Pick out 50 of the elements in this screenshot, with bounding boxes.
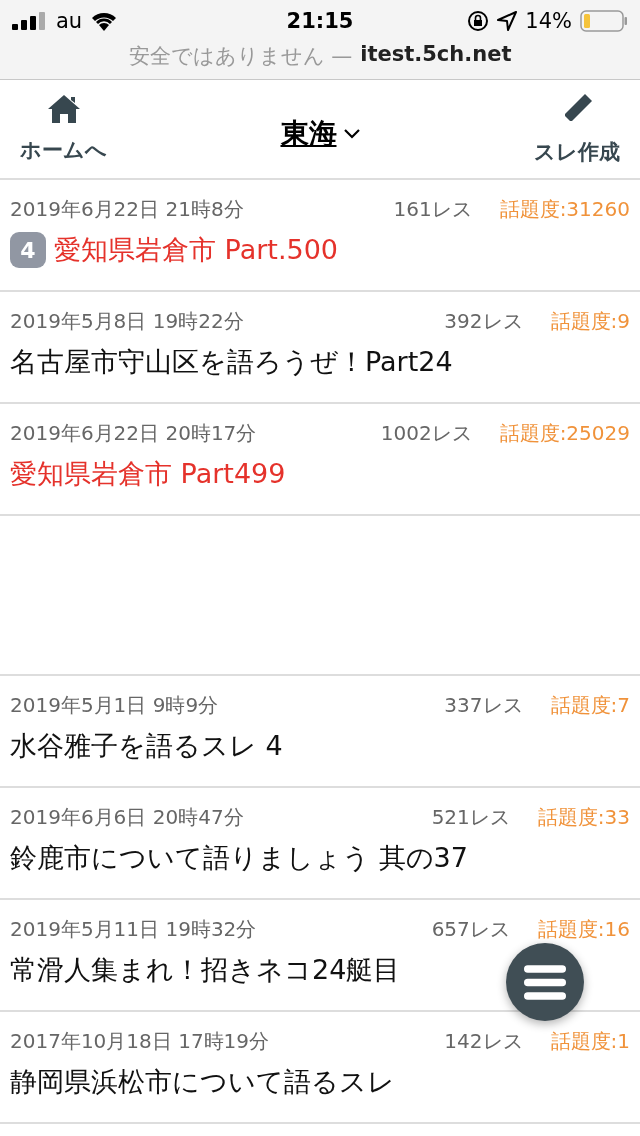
popularity-score: 話題度:7 (550, 691, 630, 719)
reply-count: 337レス (444, 691, 523, 719)
carrier-name: au (56, 9, 83, 33)
battery-icon (580, 10, 628, 32)
thread-title[interactable]: 常滑人集まれ！招きネコ24艇目 (10, 952, 401, 988)
thread-title[interactable]: 鈴鹿市について語りましょう 其の37 (10, 840, 468, 876)
popularity-score: 話題度:1 (550, 1027, 630, 1055)
battery-percent: 14% (525, 9, 572, 33)
thread-title[interactable]: 名古屋市守山区を語ろうぜ！Part24 (10, 344, 453, 380)
thread-row[interactable]: 2019年6月6日 20時47分 521レス 話題度:33 鈴鹿市について語りましょう 其の37 (0, 788, 640, 900)
reply-count: 161レス (393, 195, 472, 223)
menu-button[interactable] (506, 943, 584, 1021)
rotation-lock-icon (467, 10, 490, 32)
thread-date: 2019年6月22日 20時17分 (10, 419, 258, 447)
reply-count: 1002レス (380, 419, 472, 447)
reply-count: 142レス (444, 1027, 523, 1055)
menu-icon (524, 964, 566, 1000)
thread-row[interactable]: 2019年5月1日 9時9分 337レス 話題度:7 水谷雅子を語るスレ 4 (0, 676, 640, 788)
unread-badge: 4 (10, 232, 46, 268)
thread-row[interactable]: 2019年6月22日 21時8分 161レス 話題度:31260 4 愛知県岩倉市 Part.500 (0, 180, 640, 292)
thread-title[interactable]: 水谷雅子を語るスレ 4 (10, 728, 283, 764)
popularity-score: 話題度:9 (550, 307, 630, 335)
home-icon (46, 94, 81, 124)
popularity-score: 話題度:31260 (499, 195, 630, 223)
thread-date: 2019年6月22日 21時8分 (10, 195, 245, 223)
thread-date: 2019年5月11日 19時32分 (10, 915, 258, 943)
wifi-icon (90, 11, 119, 31)
thread-date: 2019年5月1日 9時9分 (10, 691, 220, 719)
thread-date: 2019年5月8日 19時22分 (10, 307, 245, 335)
address-bar[interactable]: 安全ではありません — itest.5ch.net (0, 42, 640, 70)
popularity-score: 話題度:33 (537, 803, 630, 831)
clock-time: 21:15 (286, 9, 354, 33)
reply-count: 392レス (444, 307, 523, 335)
board-selector[interactable]: 東海 (280, 115, 361, 153)
reply-count: 521レス (431, 803, 510, 831)
thread-row[interactable]: 2019年5月8日 19時22分 392レス 話題度:9 名古屋市守山区を語ろうぜ！Part24 (0, 292, 640, 404)
thread-title[interactable]: 静岡県浜松市について語るスレ (10, 1064, 395, 1100)
home-button[interactable]: ホームへ (20, 94, 107, 164)
create-thread-button[interactable]: スレ作成 (534, 92, 620, 166)
thread-title[interactable]: 愛知県岩倉市 Part499 (10, 456, 286, 492)
signal-icon (12, 12, 48, 30)
popularity-score: 話題度:16 (537, 915, 630, 943)
location-arrow-icon (497, 11, 518, 31)
thread-date: 2019年6月6日 20時47分 (10, 803, 245, 831)
chevron-down-icon (342, 128, 361, 140)
reply-count: 657レス (431, 915, 510, 943)
thread-title[interactable]: 愛知県岩倉市 Part.500 (54, 232, 338, 268)
thread-date: 2017年10月18日 17時19分 (10, 1027, 271, 1055)
popularity-score: 話題度:25029 (499, 419, 630, 447)
thread-row[interactable]: 2019年6月22日 20時17分 1002レス 話題度:25029 愛知県岩倉市 Part499 (0, 404, 640, 516)
